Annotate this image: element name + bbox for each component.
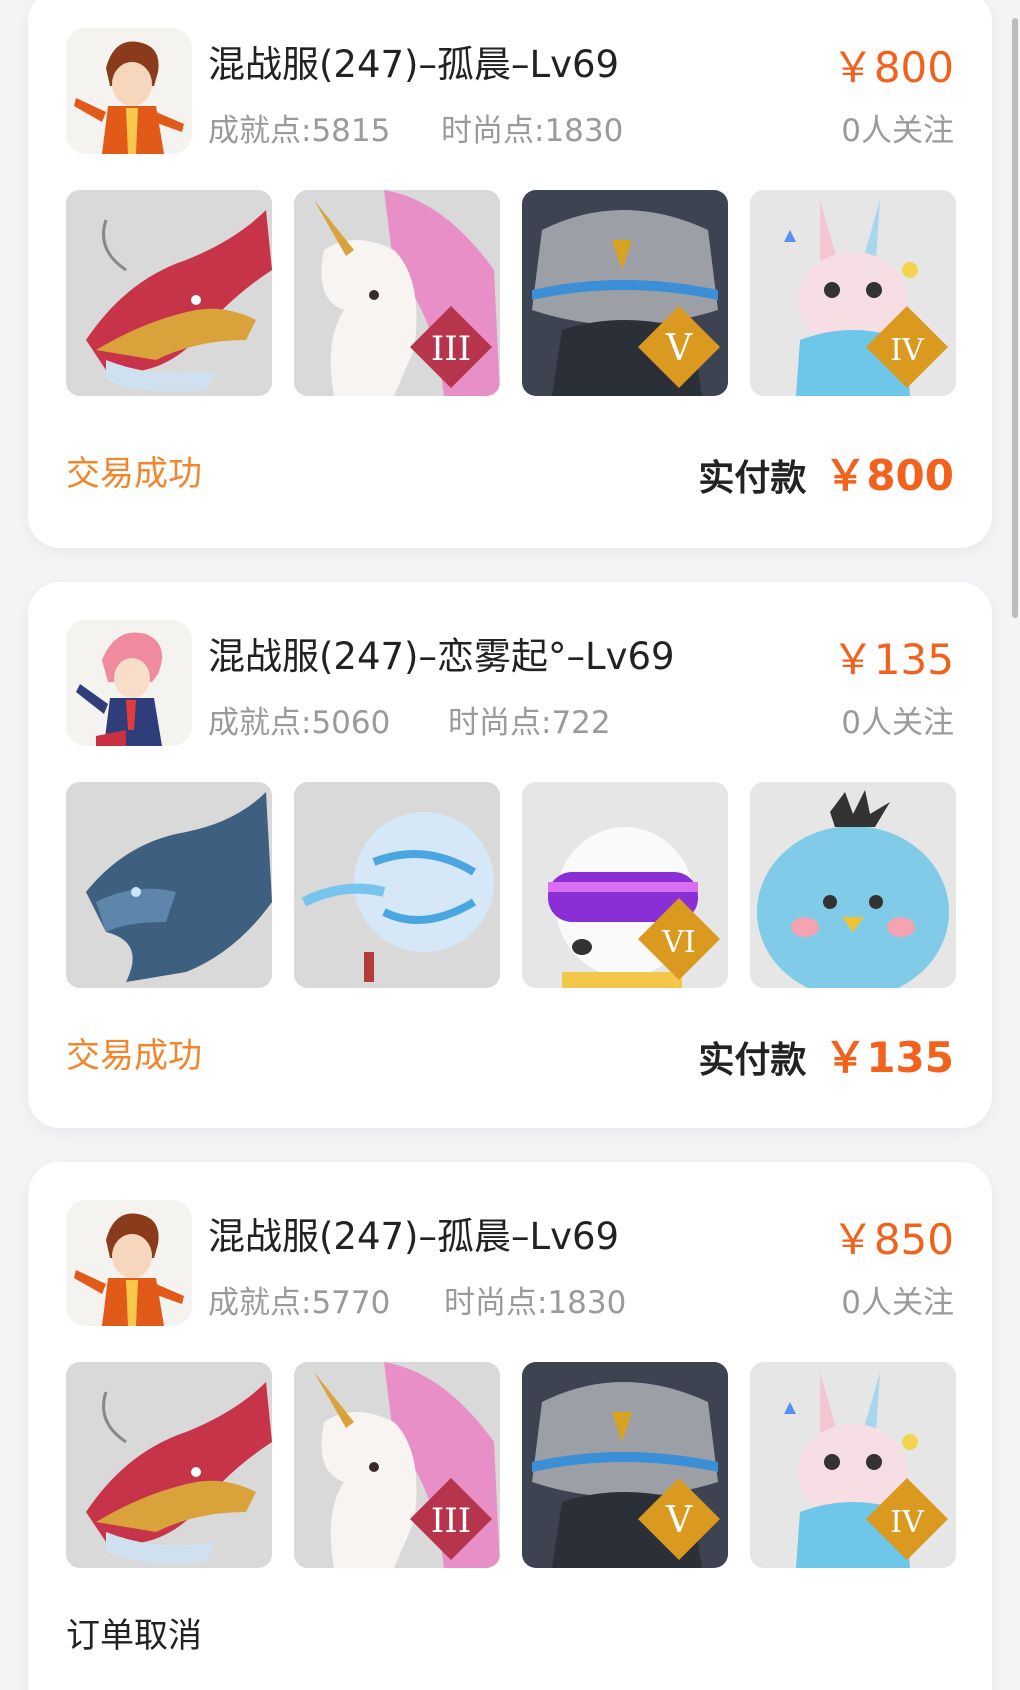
character-title: 混战服(247)–孤晨–Lv69 (208, 43, 620, 86)
svg-text:IV: IV (890, 1505, 925, 1540)
blue-dragon-mount-icon[interactable] (66, 782, 272, 988)
follower-count: 0人关注 (841, 113, 954, 149)
rank-badge: III (408, 1476, 494, 1562)
order-card[interactable]: 混战服(247)–孤晨–Lv69 成就点:5815 时尚点:1830 ￥800 … (28, 0, 992, 548)
svg-text:V: V (665, 1500, 693, 1541)
svg-text:III: III (431, 1501, 471, 1541)
follower-count: 0人关注 (841, 705, 954, 741)
rank-badge: V (636, 304, 722, 390)
pink-bunny-pet-icon[interactable]: IV (750, 1362, 956, 1568)
paid-label: 实付款 (698, 458, 807, 499)
unicorn-mount-icon[interactable]: III (294, 1362, 500, 1568)
svg-text:V: V (665, 328, 693, 369)
goggle-dog-pet-icon[interactable]: VI (522, 782, 728, 988)
achievement-points: 成就点:5815 (208, 113, 391, 149)
order-card[interactable]: 混战服(247)–孤晨–Lv69 成就点:5770 时尚点:1830 ￥850 … (28, 1162, 992, 1690)
order-status: 订单取消 (66, 1616, 202, 1656)
achievement-points: 成就点:5770 (208, 1285, 391, 1321)
svg-text:VI: VI (661, 925, 696, 960)
character-title: 混战服(247)–孤晨–Lv69 (208, 1215, 620, 1258)
rank-badge: VI (636, 896, 722, 982)
stone-golem-mount-icon[interactable]: V (522, 1362, 728, 1568)
achievement-points: 成就点:5060 (208, 705, 391, 741)
character-avatar (66, 1200, 192, 1326)
stone-golem-mount-icon[interactable]: V (522, 190, 728, 396)
unicorn-mount-icon[interactable]: III (294, 190, 500, 396)
paid-amount-row: 实付款 ￥800 (698, 442, 954, 503)
item-thumbnails: III V IV (66, 1362, 956, 1568)
listing-price: ￥800 (831, 43, 954, 92)
paid-amount: ￥135 (824, 1033, 954, 1082)
character-avatar (66, 620, 192, 746)
order-card[interactable]: 混战服(247)–恋雾起°–Lv69 成就点:5060 时尚点:722 ￥135… (28, 582, 992, 1128)
order-status: 交易成功 (66, 454, 202, 494)
rank-badge: IV (864, 1476, 950, 1562)
paid-label: 实付款 (698, 1040, 807, 1081)
fashion-points: 时尚点:722 (448, 705, 611, 741)
rank-badge: IV (864, 304, 950, 390)
rank-badge: V (636, 1476, 722, 1562)
character-title: 混战服(247)–恋雾起°–Lv69 (208, 635, 675, 678)
svg-text:III: III (431, 329, 471, 369)
follower-count: 0人关注 (841, 1285, 954, 1321)
blue-chick-pet-icon[interactable] (750, 782, 956, 988)
paid-amount-row: 实付款 ￥135 (698, 1024, 954, 1085)
item-thumbnails: VI (66, 782, 956, 988)
svg-text:IV: IV (890, 333, 925, 368)
listing-price: ￥135 (831, 635, 954, 684)
rank-badge: III (408, 304, 494, 390)
red-dragon-mount-icon[interactable] (66, 1362, 272, 1568)
character-avatar (66, 28, 192, 154)
listing-price: ￥850 (831, 1215, 954, 1264)
order-status: 交易成功 (66, 1036, 202, 1076)
item-thumbnails: III V IV (66, 190, 956, 396)
red-dragon-mount-icon[interactable] (66, 190, 272, 396)
paid-amount: ￥800 (824, 451, 954, 500)
hot-air-balloon-icon[interactable] (294, 782, 500, 988)
pink-bunny-pet-icon[interactable]: IV (750, 190, 956, 396)
scrollbar[interactable] (1012, 18, 1018, 618)
fashion-points: 时尚点:1830 (441, 113, 624, 149)
fashion-points: 时尚点:1830 (444, 1285, 627, 1321)
